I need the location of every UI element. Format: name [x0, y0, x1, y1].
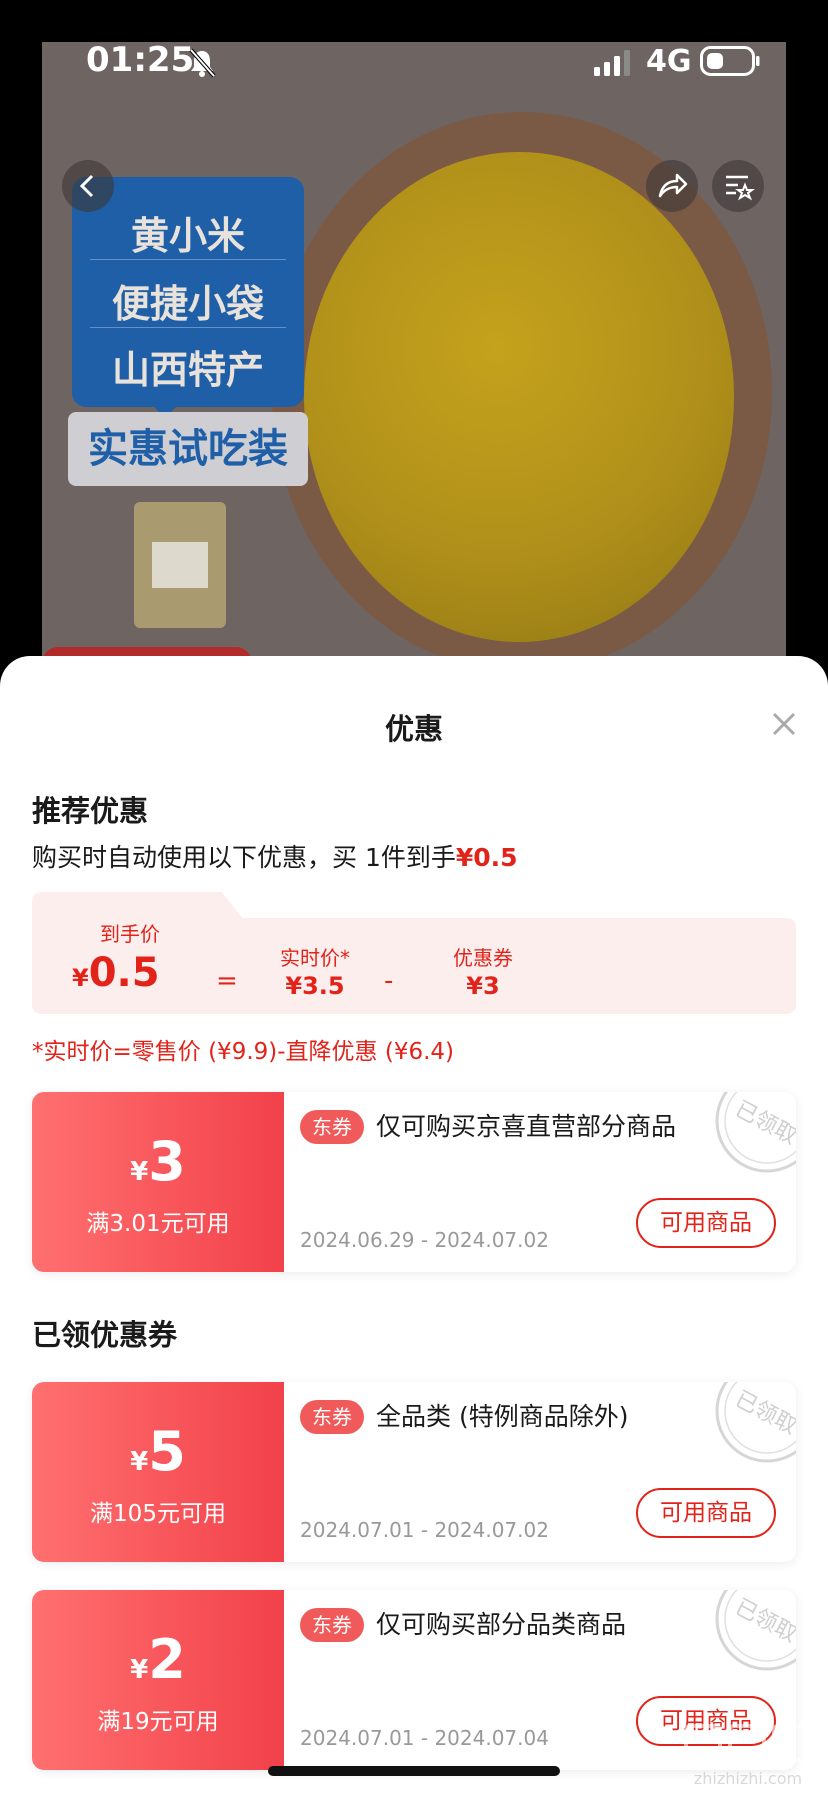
coupon-description: 仅可购买京喜直营部分商品: [376, 1112, 677, 1141]
back-button[interactable]: [62, 160, 114, 212]
coupon-amount: ¥3: [32, 1130, 284, 1193]
promo-tag: 实惠试吃装: [68, 412, 308, 486]
coupon-label: 优惠券: [453, 946, 513, 970]
coupon-validity: 2024.07.01 - 2024.07.04: [300, 1726, 549, 1750]
claimed-stamp-icon: 已领取: [715, 1382, 796, 1463]
available-products-button[interactable]: 可用商品: [636, 1198, 776, 1248]
discount-sheet: 优惠 推荐优惠 购买时自动使用以下优惠，买 1件到手¥0.5 到手价 ¥0.5 …: [0, 656, 828, 1796]
final-price-yen: ¥: [72, 964, 89, 992]
coupon-amount: ¥2: [32, 1628, 284, 1691]
coupon-card[interactable]: ¥5 满105元可用 东券 全品类 (特例商品除外) 2024.07.01 - …: [32, 1382, 796, 1562]
coupon-amount-number: 2: [148, 1628, 186, 1691]
coupon-amount-number: 3: [148, 1130, 186, 1193]
final-price-label: 到手价: [100, 922, 160, 946]
realtime-price-value: ¥3.5: [285, 972, 345, 1000]
coupon-amount-panel: ¥2 满19元可用: [32, 1590, 284, 1770]
realtime-price-label: 实时价*: [280, 946, 350, 970]
battery-icon: [700, 46, 760, 76]
favorite-list-button[interactable]: [712, 160, 764, 212]
coupon-yen: ¥: [130, 1655, 149, 1685]
coupon-yen: ¥: [130, 1157, 149, 1187]
final-price-number: 0.5: [88, 950, 160, 996]
coupon-condition: 满105元可用: [90, 1501, 226, 1527]
coupon-type-tag: 东券: [300, 1110, 364, 1144]
product-image[interactable]: 黄小米 便捷小袋 山西特产 实惠试吃装: [42, 42, 786, 682]
network-type: 4G: [646, 44, 692, 79]
coupon-yen: ¥: [130, 1447, 149, 1477]
coupon-amount-panel: ¥5 满105元可用: [32, 1382, 284, 1562]
signal-icon: [594, 50, 630, 76]
coupon-description: 仅可购买部分品类商品: [376, 1610, 627, 1639]
status-time: 01:25: [86, 40, 195, 80]
coupon-validity: 2024.06.29 - 2024.07.02: [300, 1228, 549, 1252]
promo-line-2: 便捷小袋: [111, 282, 264, 326]
promo-line-3: 山西特产: [111, 348, 264, 392]
share-button[interactable]: [646, 160, 698, 212]
recommend-final-price: ¥0.5: [455, 843, 518, 872]
coupon-card[interactable]: ¥3 满3.01元可用 东券 仅可购买京喜直营部分商品 2024.06.29 -…: [32, 1092, 796, 1272]
promo-line-1: 黄小米: [130, 214, 245, 258]
final-price-value: ¥0.5: [72, 950, 212, 996]
stamp-text: 已领取: [731, 1097, 796, 1150]
coupon-amount-panel: ¥3 满3.01元可用: [32, 1092, 284, 1272]
coupon-validity: 2024.07.01 - 2024.07.02: [300, 1518, 549, 1542]
watermark-text: zhizhizhi.com: [694, 1769, 802, 1788]
recommend-desc: 购买时自动使用以下优惠，买 1件到手¥0.5: [32, 838, 518, 874]
claimed-stamp-icon: 已领取: [715, 1590, 796, 1671]
package-label: [152, 542, 208, 588]
share-icon: [658, 173, 688, 198]
coupon-condition: 满3.01元可用: [86, 1211, 230, 1237]
realtime-price-note: *实时价=零售价 (¥9.9)-直降优惠 (¥6.4): [32, 1039, 455, 1065]
promo-divider: [90, 259, 286, 260]
coupon-condition: 满19元可用: [97, 1709, 219, 1735]
close-icon[interactable]: [766, 706, 802, 742]
coupon-type-tag: 东券: [300, 1608, 364, 1642]
sheet-title: 优惠: [384, 712, 443, 746]
chevron-left-icon: [79, 174, 94, 198]
stamp-text: 已领取: [731, 1595, 796, 1648]
home-indicator[interactable]: [268, 1766, 560, 1776]
minus-sign: -: [384, 966, 394, 996]
watermark-logo: zhizhizhi.com: [684, 1724, 810, 1788]
claimed-coupons-title: 已领优惠券: [32, 1318, 178, 1352]
recommend-title: 推荐优惠: [32, 794, 149, 828]
coupon-value: ¥3: [466, 972, 500, 1000]
coupon-description: 全品类 (特例商品除外): [376, 1402, 629, 1431]
list-star-icon: [726, 175, 755, 201]
silent-bell-icon: [189, 48, 216, 78]
claimed-stamp-icon: 已领取: [715, 1092, 796, 1173]
price-breakdown: 到手价 ¥0.5 = 实时价* ¥3.5 - 优惠券 ¥3: [32, 892, 796, 1014]
coupon-amount-number: 5: [148, 1420, 186, 1483]
available-products-button[interactable]: 可用商品: [636, 1488, 776, 1538]
coupon-amount: ¥5: [32, 1420, 284, 1483]
millet-grains: [304, 152, 734, 642]
phone-screen: 黄小米 便捷小袋 山西特产 实惠试吃装 01:25 4G 优惠 推荐优惠 购买时…: [0, 0, 828, 1796]
coupon-type-tag: 东券: [300, 1400, 364, 1434]
stamp-text: 已领取: [731, 1387, 796, 1440]
promo-divider: [90, 327, 286, 328]
equals-sign: =: [216, 966, 238, 996]
recommend-desc-text: 购买时自动使用以下优惠，买 1件到手: [32, 843, 456, 872]
